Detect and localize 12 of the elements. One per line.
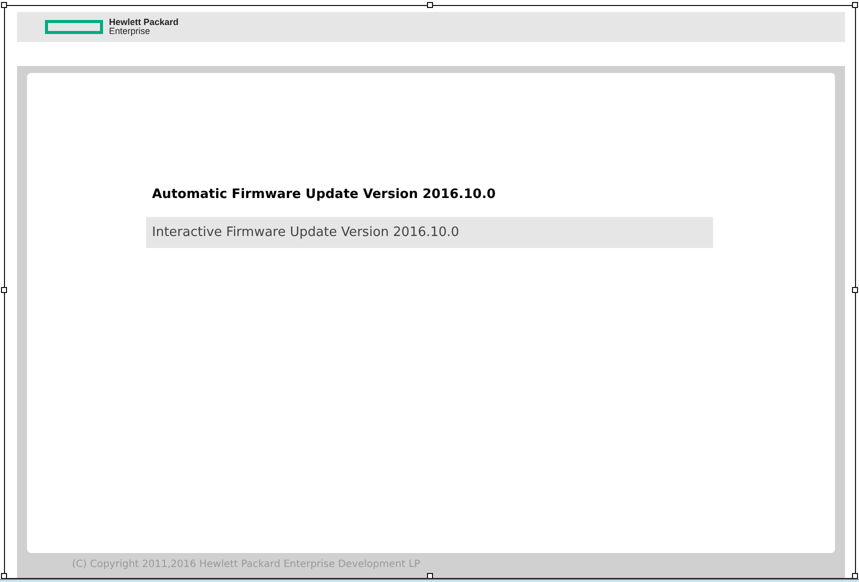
- menu-item[interactable]: Interactive Firmware Update Version 2016.10.0: [146, 216, 713, 248]
- logo-icon: [45, 20, 103, 34]
- resize-handle[interactable]: [1, 287, 7, 293]
- logo-text: Hewlett Packard Enterprise: [109, 18, 179, 36]
- menu-item[interactable]: Automatic Firmware Update Version 2016.10.0: [146, 179, 713, 210]
- resize-handle[interactable]: [852, 573, 858, 579]
- resize-handle[interactable]: [1, 2, 7, 8]
- resize-handle[interactable]: [427, 2, 433, 8]
- resize-handle[interactable]: [852, 2, 858, 8]
- resize-handle[interactable]: [1, 573, 7, 579]
- resize-handle[interactable]: [852, 287, 858, 293]
- resize-handle[interactable]: [427, 573, 433, 579]
